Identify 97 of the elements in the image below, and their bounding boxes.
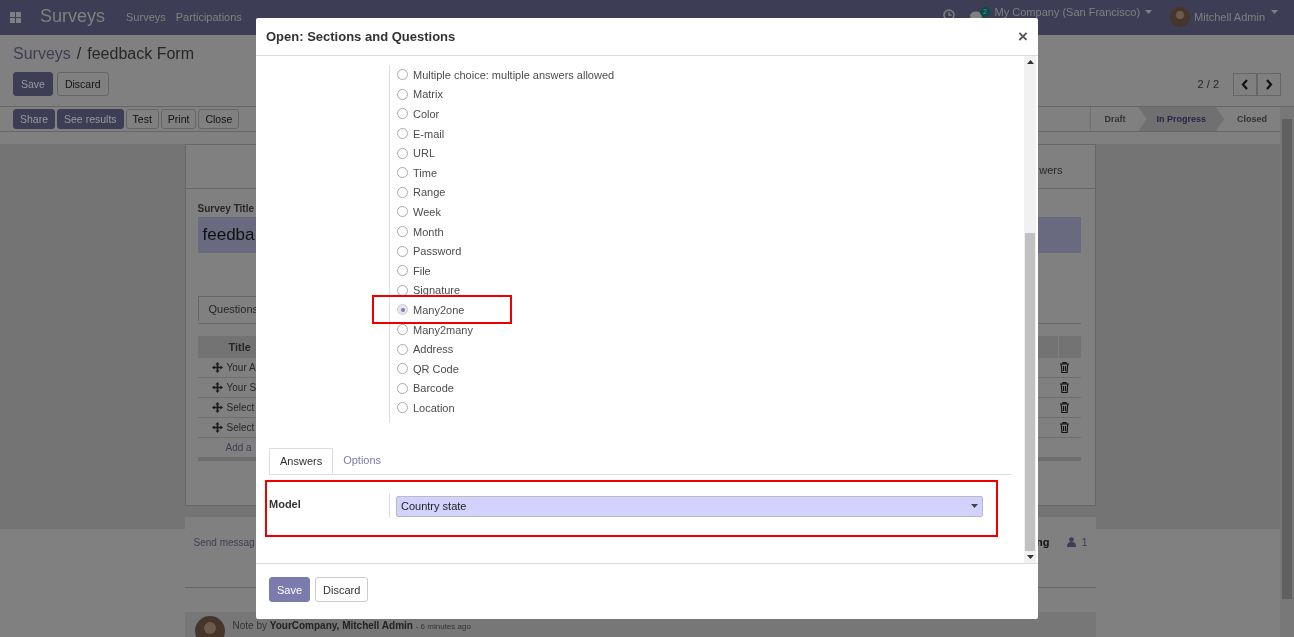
stage-step[interactable]: In Progress	[1138, 107, 1224, 131]
option-label[interactable]: Range	[413, 186, 446, 199]
option-label[interactable]: Color	[413, 108, 440, 120]
user-avatar	[1170, 7, 1191, 27]
notebook-tab[interactable]: Options	[333, 447, 392, 474]
radio-button[interactable]	[397, 206, 408, 218]
table-cell: Your S	[226, 382, 257, 393]
radio-button[interactable]	[397, 69, 408, 81]
send-message-link[interactable]: Send messag	[193, 536, 255, 548]
radio-button[interactable]	[397, 226, 408, 238]
table-cell: Select	[226, 402, 255, 413]
previous-button[interactable]	[1233, 72, 1257, 96]
trash-icon[interactable]	[1059, 422, 1069, 433]
option-label[interactable]: Barcode	[413, 382, 454, 395]
dialog-title: Open: Sections and Questions	[266, 29, 457, 44]
option-label[interactable]: E-mail	[413, 127, 445, 140]
trash-icon[interactable]	[1059, 402, 1069, 413]
option-label[interactable]: File	[413, 264, 431, 277]
clock-icon[interactable]	[943, 9, 955, 21]
table-cell: Select	[226, 422, 255, 433]
option-label[interactable]: URL	[413, 147, 435, 160]
caret-icon	[1145, 10, 1153, 14]
header-button[interactable]: Share	[13, 109, 56, 129]
dialog-button[interactable]: Discard	[315, 577, 369, 602]
radio-button[interactable]	[397, 382, 408, 394]
breadcrumb-separator: /	[76, 45, 82, 63]
option-label[interactable]: Password	[413, 245, 462, 258]
option-label[interactable]: Location	[413, 401, 455, 414]
option-label[interactable]: Multiple choice: multiple answers allowed	[413, 68, 615, 81]
option-label[interactable]: Many2many	[413, 323, 473, 336]
app-name[interactable]: Surveys	[40, 6, 106, 27]
radio-button[interactable]	[397, 186, 408, 198]
notebook-tab[interactable]: Answers	[269, 447, 334, 474]
option-label[interactable]: Week	[413, 205, 441, 218]
breadcrumb-link[interactable]: Surveys	[13, 45, 71, 63]
radio-button[interactable]	[397, 108, 408, 120]
move-handle-icon[interactable]	[211, 402, 223, 413]
pager-value: 2 / 2	[1197, 78, 1219, 90]
radio-button[interactable]	[397, 265, 408, 277]
radio-button[interactable]	[397, 363, 408, 375]
author-avatar	[194, 616, 225, 637]
option-label[interactable]: QR Code	[413, 362, 459, 375]
option-label[interactable]: Matrix	[413, 88, 443, 101]
stage-step[interactable]: Draft	[1091, 107, 1139, 131]
option-label[interactable]: Time	[413, 166, 438, 179]
option-label[interactable]: Many2one	[413, 303, 465, 316]
option-label[interactable]: Signature	[413, 284, 461, 297]
scroll-down-icon[interactable]	[1026, 555, 1034, 559]
form-button[interactable]: Save	[13, 72, 53, 96]
column-header: Title	[228, 341, 251, 353]
dialog-scrollbar[interactable]	[1024, 56, 1036, 563]
option-label[interactable]: Address	[413, 343, 454, 356]
smart-button[interactable]: wers	[1039, 163, 1063, 176]
page-scrollbar[interactable]	[1280, 107, 1294, 637]
table-cell: Your A	[226, 362, 256, 373]
move-handle-icon[interactable]	[211, 382, 223, 393]
radio-button[interactable]	[397, 167, 408, 179]
option-label[interactable]: Month	[413, 225, 444, 238]
caret-icon	[971, 504, 978, 509]
next-button[interactable]	[1257, 72, 1281, 96]
radio-button[interactable]	[397, 245, 408, 257]
radio-button[interactable]	[397, 88, 408, 100]
chevron-left-icon	[1241, 78, 1249, 90]
radio-button[interactable]	[397, 324, 408, 335]
field-label: Model	[269, 497, 302, 510]
trash-icon[interactable]	[1059, 362, 1069, 373]
dialog-button[interactable]: Save	[269, 577, 311, 602]
caret-icon	[1271, 10, 1278, 14]
company-switcher[interactable]: My Company (San Francisco)	[994, 6, 1141, 18]
breadcrumb-current: feedback Form	[87, 45, 194, 63]
person-icon	[1067, 537, 1077, 547]
chevron-right-icon	[1265, 78, 1273, 90]
radio-button[interactable]	[397, 147, 408, 159]
menu-item[interactable]: Participations	[175, 11, 242, 23]
header-button[interactable]: Close	[198, 109, 240, 129]
menu-item[interactable]: Surveys	[126, 11, 166, 23]
followers-count[interactable]: 1	[1081, 536, 1088, 548]
radio-button[interactable]	[397, 343, 408, 355]
radio-button[interactable]	[397, 402, 408, 414]
trash-icon[interactable]	[1059, 382, 1069, 393]
user-menu[interactable]: Mitchell Admin	[1194, 11, 1265, 23]
scroll-up-icon[interactable]	[1026, 60, 1034, 64]
add-line-link[interactable]: Add a	[225, 442, 252, 453]
move-handle-icon[interactable]	[211, 362, 223, 373]
close-button[interactable]: ×	[1018, 26, 1028, 47]
header-button[interactable]: Test	[125, 109, 159, 129]
header-button[interactable]: Print	[160, 109, 197, 129]
form-button[interactable]: Discard	[56, 72, 109, 96]
radio-button[interactable]	[397, 304, 408, 316]
model-select[interactable]: Country state	[396, 495, 983, 517]
apps-menu-icon[interactable]	[10, 12, 21, 23]
header-button[interactable]: See results	[57, 109, 124, 129]
move-handle-icon[interactable]	[211, 422, 223, 433]
field-label: Survey Title	[197, 203, 254, 214]
radio-button[interactable]	[397, 284, 408, 296]
stage-step[interactable]: Closed	[1224, 107, 1280, 131]
radio-button[interactable]	[397, 128, 408, 140]
